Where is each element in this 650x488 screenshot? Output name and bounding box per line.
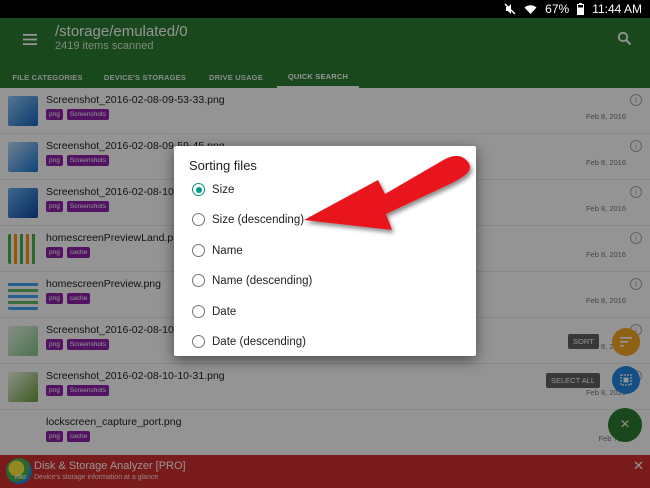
- sort-option-label: Name: [212, 244, 243, 257]
- sort-option-name-descending[interactable]: Name (descending): [192, 274, 312, 287]
- battery-icon: [577, 3, 585, 15]
- sort-option-date-descending[interactable]: Date (descending): [192, 335, 306, 348]
- sort-option-size-descending[interactable]: Size (descending): [192, 213, 304, 226]
- radio-icon[interactable]: [192, 274, 205, 287]
- mute-icon: [504, 3, 516, 15]
- sort-option-label: Name (descending): [212, 274, 313, 287]
- sort-option-label: Date: [212, 305, 237, 318]
- sort-option-size[interactable]: Size: [192, 183, 234, 196]
- sort-option-label: Size: [212, 183, 235, 196]
- radio-icon[interactable]: [192, 305, 205, 318]
- sort-option-name[interactable]: Name: [192, 244, 243, 257]
- wifi-icon: [524, 4, 537, 15]
- dialog-title: Sorting files: [189, 158, 257, 173]
- sort-option-date[interactable]: Date: [192, 305, 236, 318]
- radio-checked-icon[interactable]: [192, 183, 205, 196]
- radio-icon[interactable]: [192, 244, 205, 257]
- radio-icon[interactable]: [192, 213, 205, 226]
- annotation-arrow-icon: [304, 155, 470, 230]
- clock: 11:44 AM: [592, 2, 642, 16]
- battery-percent: 67%: [545, 2, 570, 16]
- status-bar: 67% 11:44 AM: [0, 0, 650, 18]
- sort-option-label: Date (descending): [212, 335, 306, 348]
- radio-icon[interactable]: [192, 335, 205, 348]
